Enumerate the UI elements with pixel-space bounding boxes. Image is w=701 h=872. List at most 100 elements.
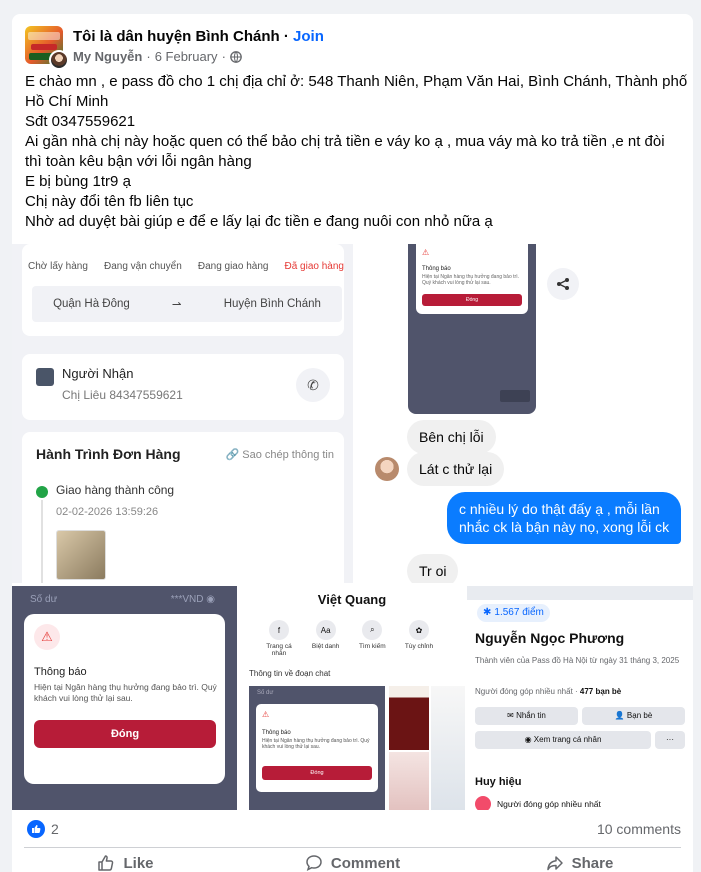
- profile-name: Nguyễn Ngọc Phương: [475, 630, 625, 646]
- globe-icon: [230, 50, 242, 63]
- comments-count[interactable]: 10 comments: [597, 821, 681, 837]
- dialog-title: Thông báo: [34, 666, 87, 678]
- group-name[interactable]: Tôi là dân huyện Bình Chánh: [73, 28, 280, 45]
- profile-buttons-2: ◉ Xem trang cá nhân ···: [475, 731, 685, 749]
- dialog-close-button: Đóng: [34, 720, 216, 748]
- chat-message: Bên chị lỗi: [407, 420, 496, 454]
- comment-button[interactable]: Comment: [239, 850, 466, 872]
- post-actions: Like Comment Share: [12, 850, 693, 872]
- person-card-icon: [36, 368, 54, 386]
- balance-value: ***VND ◉: [170, 594, 215, 605]
- more-button: ···: [655, 731, 685, 749]
- warning-icon: ⚠: [34, 624, 60, 650]
- meta-dot: ·: [146, 49, 151, 64]
- post-card: Tôi là dân huyện Bình Chánh · Join My Ng…: [12, 14, 693, 872]
- recipient-card: Người Nhận Chị Liêu 84347559621 ✆: [22, 354, 344, 420]
- profile-icon: ◉: [524, 735, 534, 744]
- check-icon: [36, 486, 48, 498]
- eye-icon: ◉: [206, 594, 215, 605]
- mini-body: Hiện tại Ngân hàng thụ hưởng đang bảo tr…: [422, 274, 519, 286]
- post-line: Hồ Chí Minh: [25, 93, 109, 110]
- journey-title: Hành Trình Đơn Hàng: [36, 446, 181, 462]
- cover-strip: [467, 586, 693, 600]
- post-meta: My Nguyễn · 6 February ·: [73, 49, 242, 64]
- comment-icon: [306, 855, 322, 871]
- post-line: E bị bùng 1tr9 ạ: [25, 173, 131, 190]
- reactions-summary[interactable]: 2: [27, 820, 59, 838]
- contributor-line: Người đóng góp nhiều nhất · 477 bạn bè: [475, 687, 622, 696]
- copy-link: 🔗 Sao chép thông tin: [225, 449, 334, 461]
- journey-card: Hành Trình Đơn Hàng 🔗 Sao chép thông tin…: [22, 432, 344, 583]
- arrow-right-icon: ⇀: [171, 299, 182, 311]
- join-button[interactable]: Join: [293, 28, 324, 45]
- search-icon: ⌕: [362, 620, 383, 640]
- like-button[interactable]: Like: [12, 850, 239, 872]
- recipient-value: Chị Liêu 84347559621: [62, 388, 183, 402]
- mini-body: Hiện tại Ngân hàng thụ hưởng đang bảo tr…: [262, 738, 370, 750]
- mini-button: Đóng: [262, 766, 372, 780]
- order-steps-card: Chờ lấy hàng Đang vận chuyển Đang giao h…: [22, 244, 344, 336]
- share-label: Share: [571, 854, 614, 872]
- route-from: Quận Hà Đông: [53, 298, 130, 310]
- profile-actions: f Trang cá nhân Aa Biệt danh ⌕ Tìm kiếm ✿ Tù…: [259, 620, 439, 657]
- dialog-body: Hiện tại Ngân hàng thụ hưởng đang bảo tr…: [34, 682, 217, 703]
- fabric-photo: [389, 752, 429, 810]
- meta-dot: ·: [221, 49, 226, 64]
- sent-line: c nhiều lý do thật đấy ạ , mỗi lần: [459, 501, 660, 517]
- timeline-line: [41, 500, 43, 583]
- friends-icon: 👤: [614, 711, 627, 720]
- photo-fb-profile[interactable]: ✱ 1.567 điểm Nguyễn Ngọc Phương Thành viê…: [467, 586, 693, 810]
- balance-label: Số dư: [30, 594, 58, 605]
- points-badge: ✱ 1.567 điểm: [477, 604, 550, 622]
- package-photo: [56, 530, 106, 580]
- mini-title: Thông báo: [422, 266, 451, 272]
- thumbs-up-icon: [98, 855, 114, 871]
- separator: ·: [279, 28, 294, 45]
- author-name[interactable]: My Nguyễn: [73, 49, 142, 64]
- badges-title: Huy hiệu: [475, 776, 522, 788]
- balance-label: Số dư: [257, 690, 274, 696]
- route-bar: Quận Hà Đông ⇀ Huyện Bình Chánh: [32, 286, 342, 322]
- action-customize: ✿ Tùy chỉnh: [399, 620, 439, 657]
- divider: [24, 847, 681, 848]
- delivery-status: Giao hàng thành công: [56, 483, 175, 497]
- dress-photo: [389, 686, 429, 750]
- step-current: Đã giao hàng: [284, 261, 345, 272]
- photo-chat[interactable]: ⚠ Thông báo Hiện tại Ngân hàng thụ hưởng…: [355, 244, 693, 583]
- step: Đang giao hàng: [197, 261, 269, 272]
- chat-info-label: Thông tin về đoạn chat: [249, 669, 331, 678]
- warning-icon: ⚠: [262, 710, 270, 719]
- route-to: Huyện Bình Chánh: [223, 298, 321, 310]
- post-line: E chào mn , e pass đồ cho 1 chị địa chỉ …: [25, 73, 688, 90]
- share-arrow-icon: [546, 856, 563, 871]
- author-avatar[interactable]: [49, 50, 69, 70]
- action-search: ⌕ Tìm kiếm: [352, 620, 392, 657]
- post-date[interactable]: 6 February: [155, 49, 218, 64]
- delivery-time: 02-02-2026 13:59:26: [56, 506, 159, 518]
- like-label: Like: [123, 854, 154, 872]
- photo-bank-dialog[interactable]: Số dư ***VND ◉ ⚠ Thông báo Hiện tại Ngân…: [12, 586, 237, 810]
- contact-name: Việt Quang: [317, 592, 387, 607]
- reaction-count: 2: [51, 821, 59, 837]
- post-line: Nhờ ad duyệt bài giúp e để e lấy lại đc …: [25, 213, 493, 230]
- view-profile-button: ◉ Xem trang cá nhân: [475, 731, 651, 749]
- copy-label: Sao chép thông tin: [242, 449, 334, 461]
- share-button[interactable]: Share: [466, 850, 693, 872]
- warning-icon: ⚠: [422, 248, 430, 257]
- share-icon: [547, 268, 579, 300]
- order-steps: Chờ lấy hàng Đang vận chuyển Đang giao h…: [28, 261, 344, 272]
- palette-icon: ✿: [408, 620, 429, 640]
- messenger-icon: ✉: [507, 711, 517, 720]
- badge-item: Người đóng góp nhiều nhất: [475, 796, 601, 810]
- chat-message: Lát c thử lại: [407, 452, 505, 486]
- facebook-icon: f: [269, 620, 289, 640]
- step: Đang vận chuyển: [103, 261, 182, 272]
- group-title-line: Tôi là dân huyện Bình Chánh · Join: [73, 28, 324, 45]
- photo-order-tracking[interactable]: Chờ lấy hàng Đang vận chuyển Đang giao h…: [12, 244, 353, 583]
- photo-chat-profile[interactable]: Việt Quang f Trang cá nhân Aa Biệt danh ⌕ T…: [239, 586, 465, 810]
- post-line: Ai gần nhà chị này hoặc quen có thể bảo …: [25, 133, 665, 150]
- recipient-title: Người Nhận: [62, 366, 134, 381]
- action-profile: f Trang cá nhân: [259, 620, 299, 657]
- message-button: ✉ Nhắn tin: [475, 707, 578, 725]
- post-line: thì toàn kêu bận với lỗi ngân hàng: [25, 153, 252, 170]
